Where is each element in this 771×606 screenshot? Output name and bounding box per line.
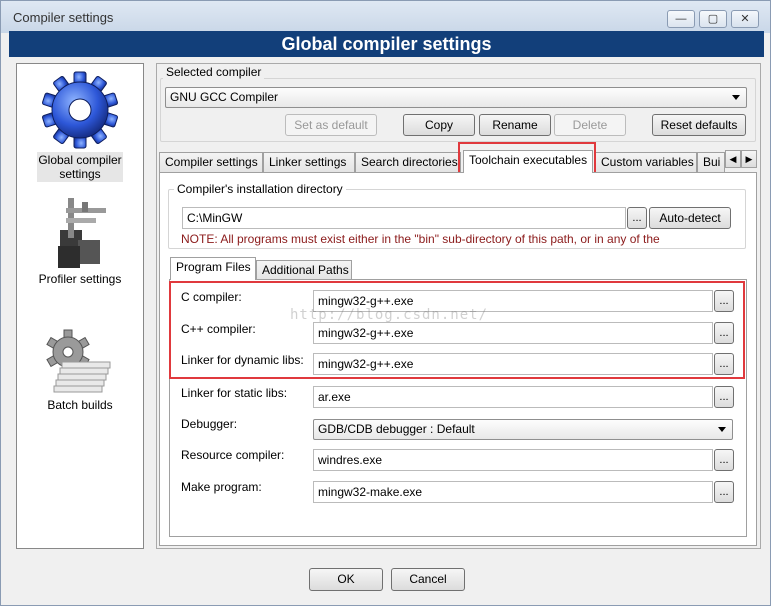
maximize-button[interactable]: ▢ [699, 10, 727, 28]
gear-icon [42, 71, 118, 149]
linker-static-input[interactable]: ar.exe [313, 386, 713, 408]
sidebar-item-label: Global compiler settings [37, 152, 123, 182]
programs-highlight-box [169, 281, 745, 379]
compiler-settings-window: Compiler settings — ▢ ✕ Global compiler … [0, 0, 771, 606]
copy-button[interactable]: Copy [403, 114, 475, 136]
resource-compiler-input[interactable]: windres.exe [313, 449, 713, 471]
install-dir-browse-button[interactable]: ... [627, 207, 647, 229]
tab-scroll-right-button[interactable]: ▶ [741, 150, 757, 168]
rename-button[interactable]: Rename [479, 114, 551, 136]
tab-scroll-left-button[interactable]: ◀ [725, 150, 741, 168]
install-dir-note: NOTE: All programs must exist either in … [181, 232, 660, 246]
tab-linker-settings[interactable]: Linker settings [263, 152, 355, 172]
make-program-browse-button[interactable]: ... [714, 481, 734, 503]
restore-icon: ▢ [707, 13, 719, 25]
title-bar: Compiler settings — ▢ ✕ [1, 1, 770, 33]
resource-compiler-browse-button[interactable]: ... [714, 449, 734, 471]
sidebar-item-global-compiler[interactable]: Global compiler settings [17, 68, 143, 182]
subtab-additional-paths[interactable]: Additional Paths [256, 260, 352, 280]
batch-builds-icon [46, 329, 111, 393]
tab-toolchain-executables[interactable]: Toolchain executables [463, 150, 593, 173]
sidebar-item-batch-builds[interactable]: Batch builds [17, 322, 143, 412]
chevron-down-icon [718, 427, 726, 432]
tab-compiler-settings[interactable]: Compiler settings [159, 152, 263, 172]
profiler-icon [58, 198, 106, 268]
tab-build-options[interactable]: Bui [697, 152, 725, 172]
debugger-label: Debugger: [181, 417, 238, 431]
cancel-button[interactable]: Cancel [391, 568, 465, 591]
sidebar-item-label: Batch builds [47, 398, 113, 412]
linker-static-label: Linker for static libs: [181, 386, 288, 400]
debugger-dropdown[interactable]: GDB/CDB debugger : Default [313, 419, 733, 440]
settings-sidebar: Global compiler settings Profiler settin… [16, 63, 144, 549]
window-title: Compiler settings [13, 10, 114, 25]
ok-button[interactable]: OK [309, 568, 383, 591]
delete-button[interactable]: Delete [554, 114, 626, 136]
compiler-dropdown[interactable]: GNU GCC Compiler [165, 87, 747, 108]
minimize-icon: — [675, 13, 687, 25]
settings-panel: Selected compiler GNU GCC Compiler Set a… [156, 63, 761, 549]
page-header: Global compiler settings [9, 31, 764, 57]
linker-static-browse-button[interactable]: ... [714, 386, 734, 408]
tab-search-directories[interactable]: Search directories [355, 152, 461, 172]
install-dir-legend: Compiler's installation directory [174, 182, 346, 196]
subtab-program-files[interactable]: Program Files [170, 257, 256, 280]
reset-defaults-button[interactable]: Reset defaults [652, 114, 746, 136]
watermark-text: http://blog.csdn.net/ [290, 307, 489, 323]
resource-compiler-label: Resource compiler: [181, 448, 285, 462]
selected-compiler-legend: Selected compiler [163, 65, 265, 79]
make-program-label: Make program: [181, 480, 262, 494]
sidebar-item-label: Profiler settings [38, 272, 122, 286]
toolchain-tab-page: Compiler's installation directory C:\Min… [159, 172, 757, 546]
make-program-input[interactable]: mingw32-make.exe [313, 481, 713, 503]
close-icon: ✕ [740, 13, 750, 25]
close-button[interactable]: ✕ [731, 10, 759, 28]
tab-custom-variables[interactable]: Custom variables [595, 152, 697, 172]
set-default-button[interactable]: Set as default [285, 114, 377, 136]
autodetect-button[interactable]: Auto-detect [649, 207, 731, 229]
chevron-down-icon [732, 95, 740, 100]
minimize-button[interactable]: — [667, 10, 695, 28]
sidebar-item-profiler[interactable]: Profiler settings [17, 192, 143, 286]
install-dir-input[interactable]: C:\MinGW [182, 207, 626, 229]
